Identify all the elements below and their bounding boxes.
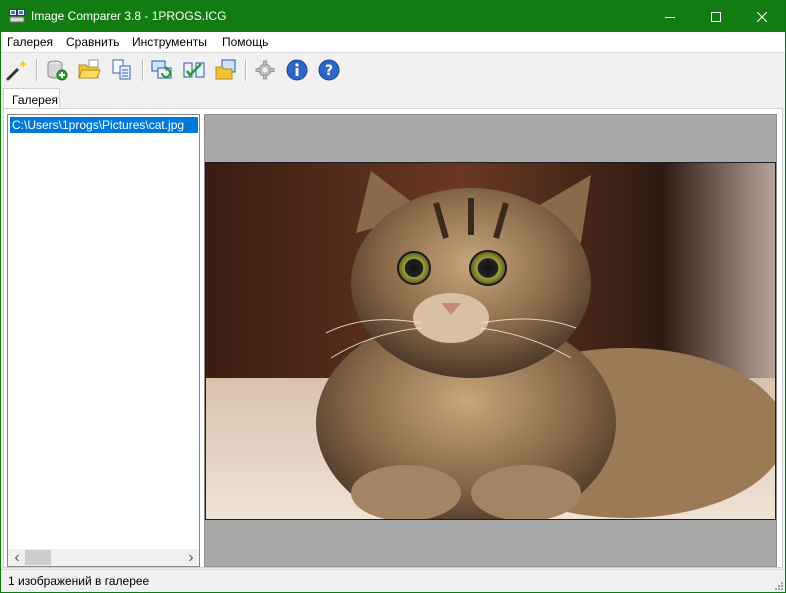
refresh-compare-button[interactable] — [149, 57, 175, 83]
app-window: Image Comparer 3.8 - 1PROGS.ICG Галерея … — [0, 0, 786, 593]
chevron-left-icon — [14, 554, 19, 561]
help-button[interactable]: ? — [316, 57, 342, 83]
magic-wand-icon — [6, 60, 27, 81]
close-icon — [757, 11, 767, 22]
image-preview — [204, 114, 777, 567]
compare-pair-button[interactable] — [181, 57, 207, 83]
menu-compare[interactable]: Сравнить — [66, 35, 119, 49]
list-item[interactable]: C:\Users\1progs\Pictures\cat.jpg — [10, 117, 198, 133]
toolbar-separator — [36, 59, 37, 81]
tab-gallery[interactable]: Галерея — [3, 88, 60, 109]
resize-grip-icon[interactable] — [773, 580, 783, 590]
toolbar-separator — [142, 59, 143, 81]
scroll-thumb[interactable] — [25, 550, 51, 565]
horizontal-scrollbar[interactable] — [8, 549, 199, 566]
menu-tools[interactable]: Инструменты — [132, 35, 207, 49]
info-button[interactable] — [284, 57, 310, 83]
settings-button[interactable] — [252, 57, 278, 83]
folders-icon — [215, 59, 236, 80]
add-database-button[interactable] — [44, 57, 70, 83]
minimize-button[interactable] — [647, 1, 693, 32]
add-database-icon — [47, 60, 68, 81]
maximize-button[interactable] — [693, 1, 739, 32]
compare-files-icon — [112, 59, 131, 80]
refresh-compare-icon — [151, 60, 172, 79]
minimize-icon — [665, 16, 675, 18]
compare-pair-icon — [183, 62, 205, 78]
menu-bar: Галерея Сравнить Инструменты Помощь — [1, 32, 785, 52]
status-bar: 1 изображений в галерее — [1, 569, 785, 592]
close-button[interactable] — [739, 1, 785, 32]
folders-button[interactable] — [213, 57, 239, 83]
scroll-right-button[interactable] — [182, 549, 199, 566]
toolbar: ? — [1, 53, 785, 87]
scroll-left-button[interactable] — [8, 549, 25, 566]
gallery-list[interactable]: C:\Users\1progs\Pictures\cat.jpg — [7, 114, 200, 567]
app-icon — [9, 8, 25, 24]
title-bar[interactable]: Image Comparer 3.8 - 1PROGS.ICG — [1, 1, 785, 32]
magic-wand-button[interactable] — [4, 57, 30, 83]
chevron-right-icon — [188, 554, 193, 561]
status-text: 1 изображений в галерее — [8, 574, 150, 588]
compare-files-button[interactable] — [109, 57, 135, 83]
menu-help[interactable]: Помощь — [222, 35, 268, 49]
maximize-icon — [711, 11, 721, 22]
svg-text:?: ? — [325, 63, 333, 79]
menu-gallery[interactable]: Галерея — [7, 35, 53, 49]
help-icon: ? — [318, 59, 340, 81]
info-icon — [286, 59, 308, 81]
cat-photo — [205, 162, 776, 520]
toolbar-separator — [245, 59, 246, 81]
settings-gear-icon — [255, 60, 275, 80]
window-title: Image Comparer 3.8 - 1PROGS.ICG — [31, 9, 227, 23]
open-folder-icon — [78, 59, 101, 79]
open-folder-button[interactable] — [76, 57, 102, 83]
